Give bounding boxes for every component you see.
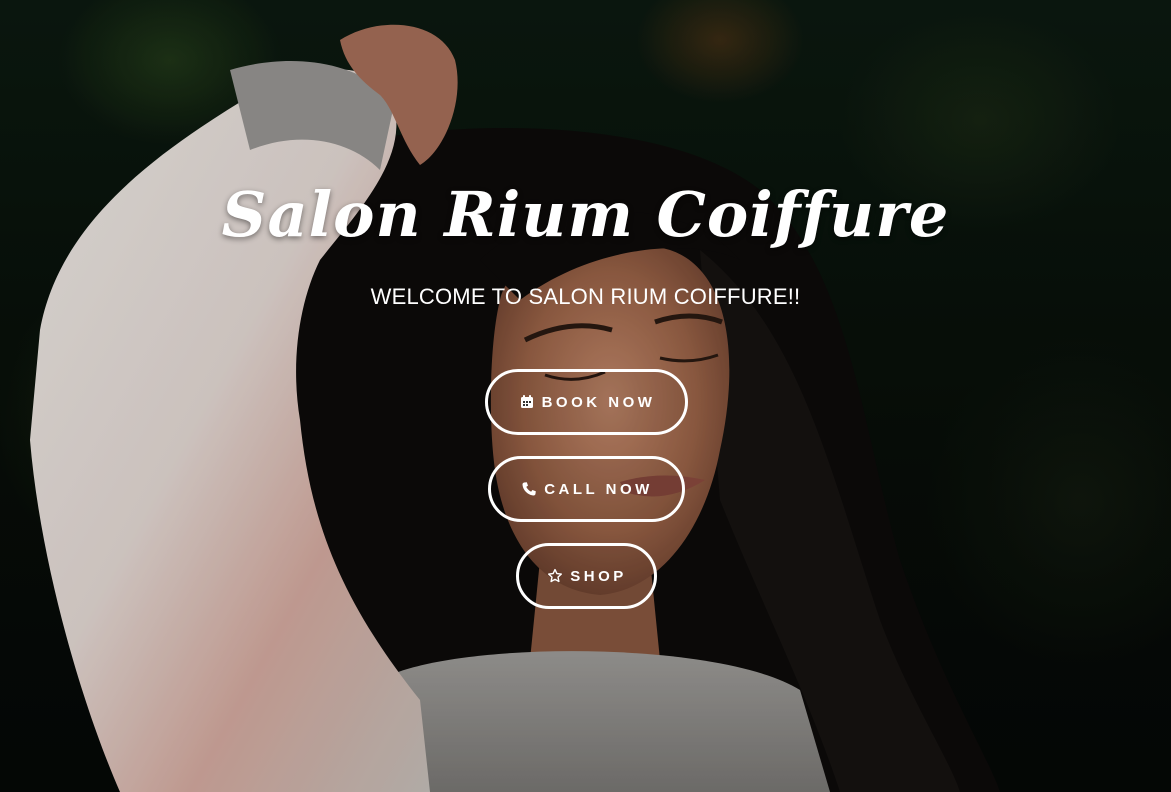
star-icon (546, 567, 564, 585)
shop-button[interactable]: SHOP (516, 543, 657, 609)
call-now-label: CALL NOW (544, 480, 653, 498)
phone-icon (520, 480, 538, 498)
book-now-button[interactable]: BOOK NOW (485, 369, 688, 435)
book-now-label: BOOK NOW (541, 393, 656, 411)
calendar-icon (518, 393, 536, 411)
shop-label: SHOP (570, 567, 627, 585)
call-now-button[interactable]: CALL NOW (488, 456, 685, 522)
hero-section: Salon Rium Coiffure WELCOME TO SALON RIU… (0, 0, 1171, 792)
brand-title: Salon Rium Coiffure (221, 178, 950, 251)
welcome-subtitle: WELCOME TO SALON RIUM COIFFURE!! (370, 284, 801, 309)
